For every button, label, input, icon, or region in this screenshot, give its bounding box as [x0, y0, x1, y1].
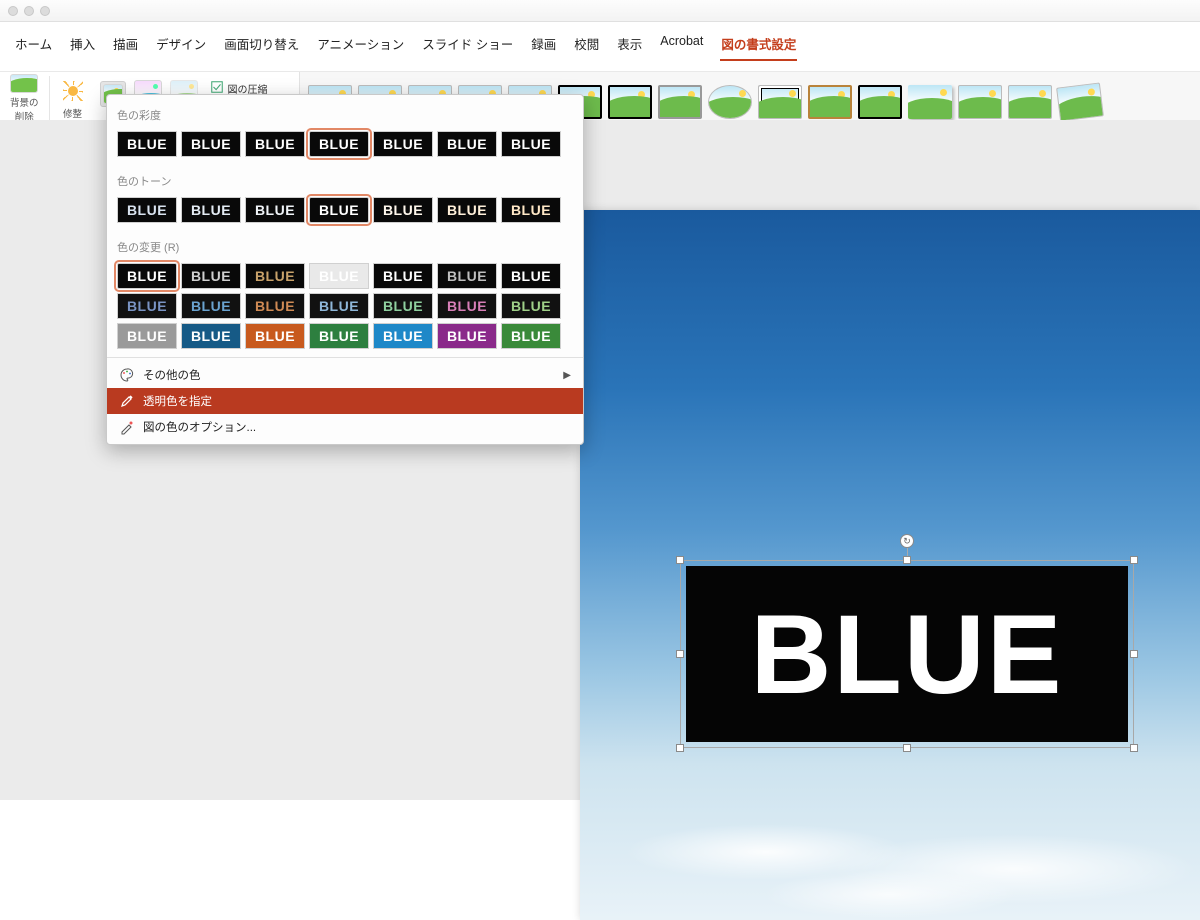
sec3-swatch-18[interactable]: BLUE — [373, 323, 433, 349]
picture-color-options-menuitem[interactable]: 図の色のオプション... — [107, 414, 583, 440]
resize-handle-ne[interactable] — [1130, 556, 1138, 564]
saturation-section-label: 色の彩度 — [117, 101, 573, 131]
picture-style-12[interactable] — [908, 85, 952, 119]
traffic-light-min[interactable] — [24, 6, 34, 16]
sec3-swatch-5[interactable]: BLUE — [437, 263, 497, 289]
sec1-swatch-0[interactable]: BLUE — [117, 131, 177, 157]
sec3-swatch-11[interactable]: BLUE — [373, 293, 433, 319]
picture-style-11[interactable] — [858, 85, 902, 119]
picture-style-15[interactable] — [1057, 82, 1105, 121]
sec3-swatch-7[interactable]: BLUE — [117, 293, 177, 319]
sec3-swatch-19[interactable]: BLUE — [437, 323, 497, 349]
sec2-swatch-1[interactable]: BLUE — [181, 197, 241, 223]
tone-section-label: 色のトーン — [117, 167, 573, 197]
ribbon-tabstrip: ホーム挿入描画デザイン画面切り替えアニメーションスライド ショー録画校閲表示 Ac… — [0, 22, 1200, 72]
tab-6[interactable]: スライド ショー — [421, 32, 514, 61]
picture-style-7[interactable] — [658, 85, 702, 119]
resize-handle-e[interactable] — [1130, 650, 1138, 658]
sec1-swatch-2[interactable]: BLUE — [245, 131, 305, 157]
sec3-swatch-9[interactable]: BLUE — [245, 293, 305, 319]
remove-background-button[interactable]: 背景の 削除 — [0, 72, 49, 125]
picture-style-8[interactable] — [708, 85, 752, 119]
picture-style-14[interactable] — [1008, 85, 1052, 119]
options-icon — [119, 419, 135, 435]
resize-handle-w[interactable] — [676, 650, 684, 658]
resize-handle-nw[interactable] — [676, 556, 684, 564]
picture-style-10[interactable] — [808, 85, 852, 119]
sec1-swatch-4[interactable]: BLUE — [373, 131, 433, 157]
sec3-swatch-3[interactable]: BLUE — [309, 263, 369, 289]
sec3-swatch-10[interactable]: BLUE — [309, 293, 369, 319]
sec1-swatch-1[interactable]: BLUE — [181, 131, 241, 157]
remove-bg-icon — [10, 74, 38, 93]
sec3-swatch-16[interactable]: BLUE — [245, 323, 305, 349]
sec3-swatch-6[interactable]: BLUE — [501, 263, 561, 289]
tab-3[interactable]: デザイン — [155, 32, 207, 61]
resize-handle-sw[interactable] — [676, 744, 684, 752]
rotation-handle[interactable]: ↻ — [900, 534, 914, 548]
tab-4[interactable]: 画面切り替え — [223, 32, 300, 61]
corrections-button[interactable]: 修整 — [50, 72, 96, 125]
sec2-swatch-4[interactable]: BLUE — [373, 197, 433, 223]
remove-bg-label: 背景の 削除 — [10, 95, 39, 123]
sec3-swatch-2[interactable]: BLUE — [245, 263, 305, 289]
tab-5[interactable]: アニメーション — [316, 32, 405, 61]
eyedropper-icon — [119, 393, 135, 409]
more-colors-label: その他の色 — [143, 367, 201, 383]
tab-7[interactable]: 録画 — [530, 32, 557, 61]
traffic-light-close[interactable] — [8, 6, 18, 16]
sun-icon — [63, 81, 83, 101]
sec3-swatch-1[interactable]: BLUE — [181, 263, 241, 289]
tab-10[interactable]: Acrobat — [659, 32, 704, 61]
set-transparent-color-menuitem[interactable]: 透明色を指定 — [107, 388, 583, 414]
tab-9[interactable]: 表示 — [616, 32, 643, 61]
resize-handle-n[interactable] — [903, 556, 911, 564]
picture-style-6[interactable] — [608, 85, 652, 119]
sec2-swatch-0[interactable]: BLUE — [117, 197, 177, 223]
tab-8[interactable]: 校閲 — [573, 32, 600, 61]
sec3-swatch-14[interactable]: BLUE — [117, 323, 177, 349]
chevron-right-icon: ▶ — [563, 370, 571, 381]
selected-image[interactable]: ↻ BLUE — [680, 560, 1134, 748]
sec3-swatch-17[interactable]: BLUE — [309, 323, 369, 349]
sec2-swatch-5[interactable]: BLUE — [437, 197, 497, 223]
color-flyout: 色の彩度 BLUEBLUEBLUEBLUEBLUEBLUEBLUE 色のトーン … — [106, 94, 584, 445]
sec3-swatch-8[interactable]: BLUE — [181, 293, 241, 319]
picture-style-9[interactable] — [758, 85, 802, 119]
sec3-swatch-13[interactable]: BLUE — [501, 293, 561, 319]
tab-0[interactable]: ホーム — [14, 32, 53, 61]
slide[interactable]: ↻ BLUE — [580, 210, 1200, 920]
titlebar — [0, 0, 1200, 22]
picture-style-13[interactable] — [958, 85, 1002, 119]
tab-2[interactable]: 描画 — [112, 32, 139, 61]
palette-icon — [119, 367, 135, 383]
recolor-section-label: 色の変更 (R) — [117, 233, 573, 263]
sec3-swatch-12[interactable]: BLUE — [437, 293, 497, 319]
clouds-decoration — [580, 750, 1200, 920]
sec3-swatch-20[interactable]: BLUE — [501, 323, 561, 349]
picture-color-options-label: 図の色のオプション... — [143, 419, 256, 435]
sec1-swatch-6[interactable]: BLUE — [501, 131, 561, 157]
corrections-label: 修整 — [63, 106, 82, 120]
sec3-swatch-15[interactable]: BLUE — [181, 323, 241, 349]
image-text: BLUE — [751, 590, 1064, 719]
tab-11[interactable]: 図の書式設定 — [720, 32, 797, 61]
tab-1[interactable]: 挿入 — [69, 32, 96, 61]
sec3-swatch-4[interactable]: BLUE — [373, 263, 433, 289]
sec2-swatch-3[interactable]: BLUE — [309, 197, 369, 223]
blue-image-content: BLUE — [686, 566, 1128, 742]
traffic-light-max[interactable] — [40, 6, 50, 16]
set-transparent-label: 透明色を指定 — [143, 393, 212, 409]
more-colors-menuitem[interactable]: その他の色 ▶ — [107, 362, 583, 388]
sec1-swatch-3[interactable]: BLUE — [309, 131, 369, 157]
sec2-swatch-6[interactable]: BLUE — [501, 197, 561, 223]
sec2-swatch-2[interactable]: BLUE — [245, 197, 305, 223]
resize-handle-s[interactable] — [903, 744, 911, 752]
sec3-swatch-0[interactable]: BLUE — [117, 263, 177, 289]
sec1-swatch-5[interactable]: BLUE — [437, 131, 497, 157]
resize-handle-se[interactable] — [1130, 744, 1138, 752]
